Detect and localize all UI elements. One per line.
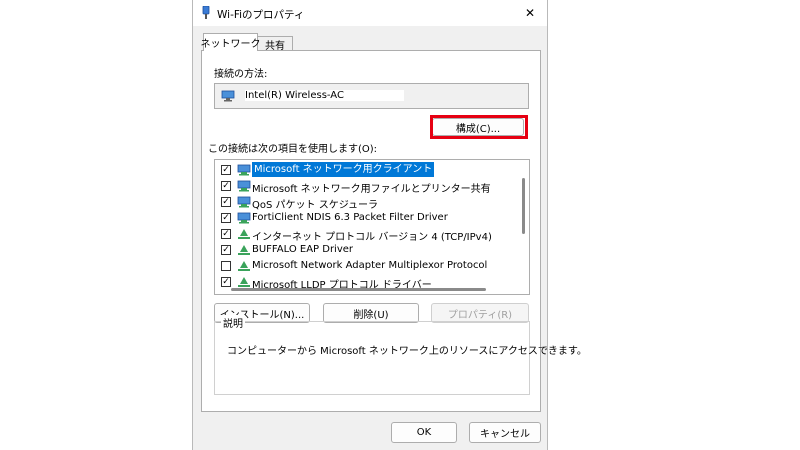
item-label: Microsoft ネットワーク用ファイルとプリンター共有 [252, 184, 491, 195]
item-label: インターネット プロトコル バージョン 4 (TCP/IPv4) [252, 232, 492, 243]
item-checkbox[interactable] [221, 261, 231, 271]
ok-button-label: OK [416, 427, 432, 438]
item-checkbox[interactable]: ✓ [221, 165, 231, 175]
horizontal-scrollbar[interactable] [231, 288, 486, 291]
components-list[interactable]: ✓ Microsoft ネットワーク用クライアント ✓ Microsoft ネッ… [214, 159, 530, 295]
item-label: QoS パケット スケジューラ [252, 200, 378, 211]
network-tab-panel: 接続の方法: Intel(R) Wireless-AC 構成(C)... この接… [201, 50, 587, 412]
properties-button-label: プロパティ(R) [447, 309, 513, 321]
item-checkbox[interactable]: ✓ [221, 213, 231, 223]
protocol-icon [238, 245, 250, 255]
item-checkbox[interactable]: ✓ [221, 245, 231, 255]
protocol-icon [238, 229, 250, 239]
close-icon: ✕ [524, 6, 536, 20]
item-label: Microsoft ネットワーク用クライアント [252, 162, 435, 177]
list-item[interactable]: ✓ インターネット プロトコル バージョン 4 (TCP/IPv4) [215, 226, 513, 243]
vertical-scrollbar[interactable] [522, 178, 525, 234]
title-bar: Wi-Fiのプロパティ ✕ [193, 0, 547, 26]
connect-using-label: 接続の方法: [214, 69, 268, 80]
wifi-adapter-icon [202, 6, 210, 19]
properties-button[interactable]: プロパティ(R) [431, 303, 529, 323]
description-title: 説明 [221, 315, 245, 330]
window-title: Wi-Fiのプロパティ [217, 9, 305, 21]
list-item[interactable]: ✓ Microsoft ネットワーク用クライアント [215, 162, 513, 178]
tab-network-label: ネットワーク [200, 39, 261, 50]
item-checkbox[interactable]: ✓ [221, 181, 231, 191]
red-highlight-box [430, 115, 528, 139]
item-checkbox[interactable]: ✓ [221, 197, 231, 207]
protocol-icon [238, 277, 250, 287]
adapter-name: Intel(R) Wireless-AC [245, 90, 404, 101]
item-label: FortiClient NDIS 6.3 Packet Filter Drive… [252, 212, 448, 223]
list-item[interactable]: ✓ Microsoft ネットワーク用ファイルとプリンター共有 [215, 178, 513, 195]
uninstall-button[interactable]: 削除(U) [323, 303, 419, 323]
description-group: 説明 コンピューターから Microsoft ネットワーク上のリソースにアクセス… [214, 315, 587, 395]
list-item[interactable]: ✓ BUFFALO EAP Driver [215, 242, 513, 258]
network-service-icon [237, 212, 251, 224]
network-client-icon [237, 164, 251, 176]
list-item[interactable]: ✓ QoS パケット スケジューラ [215, 194, 513, 211]
protocol-icon [238, 261, 250, 271]
list-item[interactable]: Microsoft Network Adapter Multiplexor Pr… [215, 258, 513, 274]
item-checkbox[interactable]: ✓ [221, 229, 231, 239]
ok-button[interactable]: OK [391, 422, 457, 443]
adapter-box: Intel(R) Wireless-AC [214, 83, 529, 109]
item-label: Microsoft Network Adapter Multiplexor Pr… [252, 260, 488, 271]
cancel-button[interactable]: キャンセル [469, 422, 541, 443]
network-service-icon [237, 196, 251, 208]
tab-network[interactable]: ネットワーク [200, 33, 261, 51]
list-item[interactable]: ✓ FortiClient NDIS 6.3 Packet Filter Dri… [215, 210, 513, 226]
network-service-icon [237, 180, 251, 192]
wifi-properties-dialog: Wi-Fiのプロパティ ✕ ネットワーク 共有 接続の方法: Intel(R) … [192, 0, 587, 450]
network-adapter-icon [221, 90, 235, 102]
item-checkbox[interactable]: ✓ [221, 277, 231, 287]
tab-sharing[interactable]: 共有 [257, 36, 293, 52]
cancel-button-label: キャンセル [480, 429, 530, 440]
items-label: この接続は次の項目を使用します(O): [208, 144, 378, 155]
description-text: コンピューターから Microsoft ネットワーク上のリソースにアクセスできま… [227, 346, 587, 357]
close-button[interactable]: ✕ [513, 0, 547, 26]
item-label: BUFFALO EAP Driver [252, 244, 354, 255]
uninstall-button-label: 削除(U) [353, 309, 389, 321]
